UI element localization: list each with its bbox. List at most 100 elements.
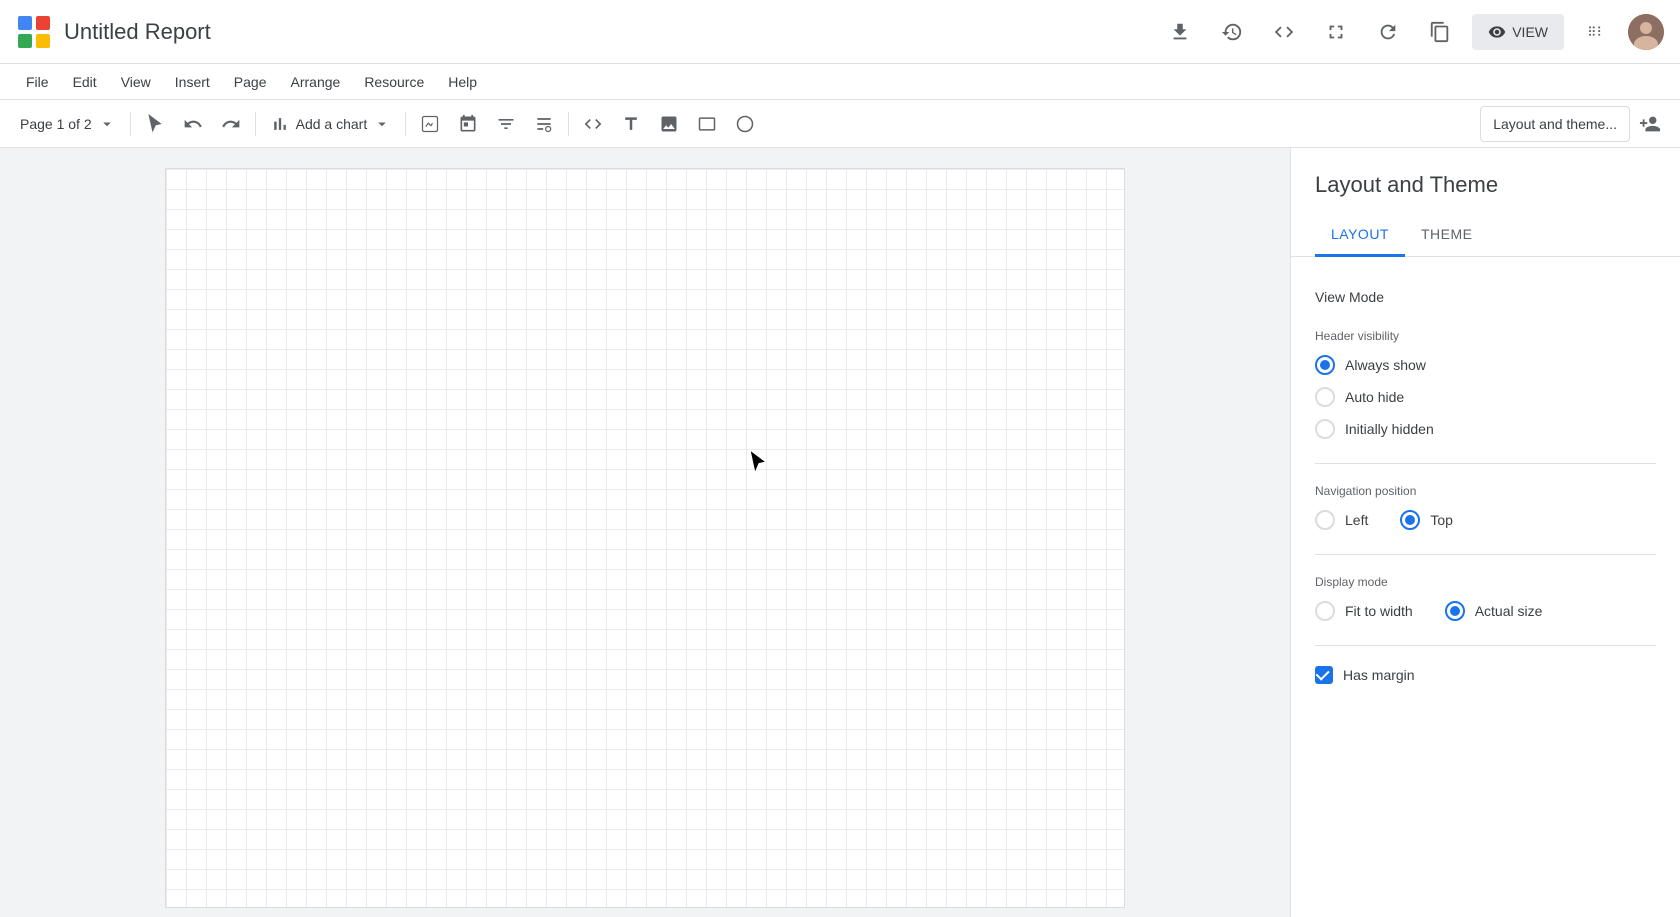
- right-panel: Layout and Theme LAYOUT THEME View Mode …: [1290, 148, 1680, 917]
- code-icon: [1273, 21, 1295, 43]
- canvas-area[interactable]: [0, 148, 1290, 917]
- redo-button[interactable]: [213, 106, 249, 142]
- menu-bar: File Edit View Insert Page Arrange Resou…: [0, 64, 1680, 100]
- text-button[interactable]: [613, 106, 649, 142]
- radio-always-show-circle: [1315, 355, 1335, 375]
- copy-button[interactable]: [1420, 12, 1460, 52]
- header-visibility-group: Always show Auto hide Initially hidden: [1315, 355, 1656, 439]
- view-mode-label: View Mode: [1315, 289, 1656, 305]
- view-button[interactable]: VIEW: [1472, 14, 1564, 50]
- data-control-button[interactable]: [526, 106, 562, 142]
- display-mode-group: Fit to width Actual size: [1315, 601, 1656, 621]
- radio-initially-hidden[interactable]: Initially hidden: [1315, 419, 1656, 439]
- refresh-button[interactable]: [1368, 12, 1408, 52]
- history-icon: [1221, 21, 1243, 43]
- radio-auto-hide-circle: [1315, 387, 1335, 407]
- menu-page[interactable]: Page: [224, 70, 277, 94]
- user-avatar[interactable]: [1628, 14, 1664, 50]
- divider-3: [1315, 645, 1656, 646]
- download-button[interactable]: [1160, 12, 1200, 52]
- page-selector[interactable]: Page 1 of 2: [12, 106, 124, 142]
- layout-theme-label: Layout and theme...: [1493, 116, 1617, 132]
- divider-2: [1315, 554, 1656, 555]
- top-bar: Untitled Report VIEW: [0, 0, 1680, 64]
- view-label: VIEW: [1512, 24, 1548, 40]
- radio-nav-top[interactable]: Top: [1400, 510, 1453, 530]
- radio-actual-size-label: Actual size: [1475, 603, 1543, 619]
- calendar-icon: [458, 114, 478, 134]
- toolbar-divider-1: [130, 112, 131, 136]
- add-collaborator-button[interactable]: [1632, 106, 1668, 142]
- menu-arrange[interactable]: Arrange: [281, 70, 351, 94]
- embed-icon: [583, 114, 603, 134]
- refresh-icon: [1377, 21, 1399, 43]
- circle-button[interactable]: [727, 106, 763, 142]
- add-chart-dropdown-icon: [373, 115, 391, 133]
- has-margin-label: Has margin: [1343, 667, 1415, 683]
- radio-initially-hidden-circle: [1315, 419, 1335, 439]
- date-range-button[interactable]: [450, 106, 486, 142]
- radio-initially-hidden-label: Initially hidden: [1345, 421, 1434, 437]
- undo-icon: [183, 114, 203, 134]
- data-control-icon: [534, 114, 554, 134]
- tab-layout[interactable]: LAYOUT: [1315, 214, 1405, 257]
- menu-insert[interactable]: Insert: [165, 70, 220, 94]
- image-button[interactable]: [651, 106, 687, 142]
- fullscreen-button[interactable]: [1316, 12, 1356, 52]
- panel-title: Layout and Theme: [1291, 148, 1680, 214]
- code-button[interactable]: [1264, 12, 1304, 52]
- radio-auto-hide[interactable]: Auto hide: [1315, 387, 1656, 407]
- copy-icon: [1429, 21, 1451, 43]
- cursor-shape: [746, 449, 770, 477]
- download-icon: [1169, 21, 1191, 43]
- radio-auto-hide-label: Auto hide: [1345, 389, 1404, 405]
- layout-theme-button[interactable]: Layout and theme...: [1480, 106, 1630, 142]
- radio-nav-left[interactable]: Left: [1315, 510, 1368, 530]
- menu-resource[interactable]: Resource: [354, 70, 434, 94]
- menu-help[interactable]: Help: [438, 70, 487, 94]
- eye-icon: [1488, 23, 1506, 41]
- has-margin-row[interactable]: Has margin: [1315, 666, 1656, 684]
- menu-edit[interactable]: Edit: [63, 70, 107, 94]
- menu-file[interactable]: File: [16, 70, 59, 94]
- rectangle-icon: [697, 114, 717, 134]
- radio-nav-top-circle: [1400, 510, 1420, 530]
- nav-position-group: Left Top: [1315, 510, 1656, 530]
- radio-fit-to-width[interactable]: Fit to width: [1315, 601, 1413, 621]
- radio-always-show[interactable]: Always show: [1315, 355, 1656, 375]
- rectangle-button[interactable]: [689, 106, 725, 142]
- report-canvas[interactable]: [165, 168, 1125, 908]
- apps-icon: [1585, 21, 1607, 43]
- add-chart-button[interactable]: Add a chart: [262, 106, 400, 142]
- filter-button[interactable]: [488, 106, 524, 142]
- text-icon: [621, 114, 641, 134]
- select-tool-button[interactable]: [137, 106, 173, 142]
- radio-nav-left-label: Left: [1345, 512, 1368, 528]
- embed-button[interactable]: [575, 106, 611, 142]
- circle-icon: [735, 114, 755, 134]
- chart-icon: [270, 114, 290, 134]
- toolbar-divider-2: [255, 112, 256, 136]
- report-title[interactable]: Untitled Report: [64, 19, 211, 45]
- app-logo: [16, 14, 52, 50]
- apps-button[interactable]: [1576, 12, 1616, 52]
- undo-button[interactable]: [175, 106, 211, 142]
- navigation-position-label: Navigation position: [1315, 484, 1656, 498]
- filter-icon: [496, 114, 516, 134]
- redo-icon: [221, 114, 241, 134]
- scorecard-icon: [420, 114, 440, 134]
- history-button[interactable]: [1212, 12, 1252, 52]
- header-visibility-label: Header visibility: [1315, 329, 1656, 343]
- fullscreen-icon: [1325, 21, 1347, 43]
- radio-actual-size[interactable]: Actual size: [1445, 601, 1543, 621]
- panel-tabs: LAYOUT THEME: [1291, 214, 1680, 257]
- menu-view[interactable]: View: [111, 70, 161, 94]
- radio-fit-to-width-circle: [1315, 601, 1335, 621]
- radio-nav-top-label: Top: [1430, 512, 1453, 528]
- image-icon: [659, 114, 679, 134]
- add-person-icon: [1639, 113, 1661, 135]
- cursor-icon: [145, 114, 165, 134]
- tab-theme[interactable]: THEME: [1405, 214, 1489, 257]
- scorecard-button[interactable]: [412, 106, 448, 142]
- chevron-down-icon: [98, 115, 116, 133]
